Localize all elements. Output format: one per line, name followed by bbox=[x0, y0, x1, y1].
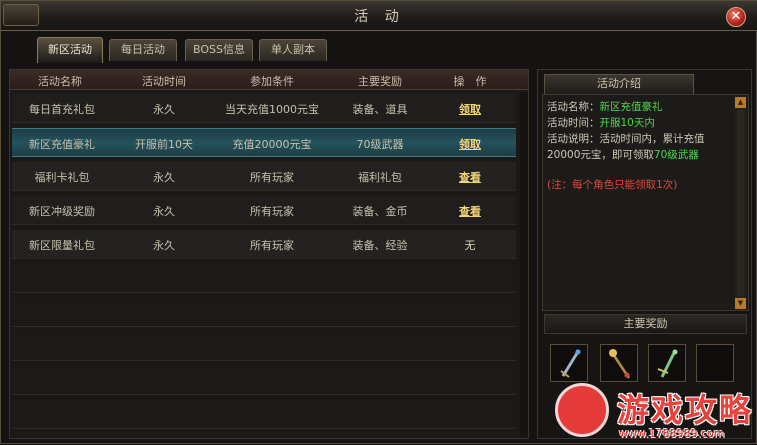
reward-slot-empty[interactable] bbox=[696, 344, 734, 382]
cell-activity-name: 新区冲级奖励 bbox=[29, 205, 95, 218]
cell-activity-time: 永久 bbox=[153, 239, 175, 252]
table-row[interactable]: 新区冲级奖励 永久 所有玩家 装备、金币 查看 bbox=[12, 196, 516, 225]
list-scroll-gutter bbox=[520, 92, 528, 437]
cell-condition: 所有玩家 bbox=[250, 205, 294, 218]
intro-text: 活动名称：新区充值豪礼 活动时间：开服10天内 活动说明：活动时间内，累计充值2… bbox=[547, 99, 735, 193]
cell-activity-name: 每日首充礼包 bbox=[29, 103, 95, 116]
header-activity-name: 活动名称 bbox=[38, 75, 82, 88]
intro-scrollbar[interactable]: ▲ ▼ bbox=[735, 97, 746, 309]
reward-slot[interactable] bbox=[550, 344, 588, 382]
activity-list-panel: 活动名称 活动时间 参加条件 主要奖励 操 作 每日首充礼包 永久 当天充值10… bbox=[9, 69, 529, 439]
tab-boss-info[interactable]: BOSS信息 bbox=[185, 39, 253, 61]
table-row[interactable]: 新区限量礼包 永久 所有玩家 装备、经验 无 bbox=[12, 230, 516, 259]
cell-condition: 充值20000元宝 bbox=[232, 138, 312, 151]
empty-row bbox=[12, 264, 516, 293]
header-action: 操 作 bbox=[453, 75, 487, 88]
empty-row bbox=[12, 366, 516, 395]
intro-header: 活动介绍 bbox=[544, 74, 694, 94]
table-header: 活动名称 活动时间 参加条件 主要奖励 操 作 bbox=[10, 70, 528, 90]
action-none: 无 bbox=[464, 239, 476, 252]
view-link[interactable]: 查看 bbox=[430, 203, 510, 219]
tab-new-server-activity[interactable]: 新区活动 bbox=[37, 37, 103, 63]
blade-icon bbox=[657, 349, 678, 378]
intro-note: (注：每个角色只能领取1次) bbox=[547, 179, 678, 191]
cell-condition: 所有玩家 bbox=[250, 239, 294, 252]
cell-activity-name: 新区充值豪礼 bbox=[29, 138, 95, 151]
watermark-url: www.1788989.com bbox=[619, 427, 725, 440]
reward-slot[interactable] bbox=[600, 344, 638, 382]
reward-header: 主要奖励 bbox=[544, 314, 747, 334]
intro-box: 活动名称：新区充值豪礼 活动时间：开服10天内 活动说明：活动时间内，累计充值2… bbox=[542, 94, 749, 311]
table-row-selected[interactable]: 新区充值豪礼 开服前10天 充值20000元宝 70级武器 领取 bbox=[12, 128, 516, 157]
intro-desc-line: 活动说明：活动时间内，累计充值20000元宝，即可领取70级武器 bbox=[547, 131, 735, 163]
intro-time-value: 开服10天内 bbox=[599, 117, 655, 129]
cell-reward: 福利礼包 bbox=[358, 171, 402, 184]
reward-slot[interactable] bbox=[648, 344, 686, 382]
header-reward: 主要奖励 bbox=[358, 75, 402, 88]
scroll-up-arrow-icon[interactable]: ▲ bbox=[735, 97, 746, 108]
cell-condition: 当天充值1000元宝 bbox=[225, 103, 319, 116]
close-button[interactable]: ✕ bbox=[726, 7, 746, 27]
cell-activity-name: 新区限量礼包 bbox=[29, 239, 95, 252]
intro-name-value: 新区充值豪礼 bbox=[599, 101, 663, 113]
scroll-track[interactable] bbox=[737, 110, 744, 296]
header-condition: 参加条件 bbox=[250, 75, 294, 88]
table-row[interactable]: 每日首充礼包 永久 当天充值1000元宝 装备、道具 领取 bbox=[12, 94, 516, 123]
cell-reward: 装备、金币 bbox=[352, 205, 408, 218]
empty-row bbox=[12, 298, 516, 327]
cell-activity-time: 永久 bbox=[153, 171, 175, 184]
intro-time-line: 活动时间：开服10天内 bbox=[547, 115, 735, 131]
gamepad-logo-icon bbox=[555, 383, 609, 437]
watermark-text: 游戏攻略 bbox=[617, 391, 754, 429]
cell-activity-name: 福利卡礼包 bbox=[34, 171, 90, 184]
title-bar[interactable]: 活 动 ✕ bbox=[1, 1, 757, 31]
cell-reward: 70级武器 bbox=[356, 138, 404, 151]
empty-row bbox=[12, 400, 516, 429]
tab-daily-activity[interactable]: 每日活动 bbox=[109, 39, 177, 61]
header-activity-time: 活动时间 bbox=[142, 75, 186, 88]
tab-solo-dungeon[interactable]: 单人副本 bbox=[259, 39, 327, 61]
cell-reward: 装备、道具 bbox=[352, 103, 408, 116]
window-title: 活 动 bbox=[354, 9, 405, 25]
watermark: 游戏攻略 www.1788989.com bbox=[555, 383, 755, 445]
scroll-down-arrow-icon[interactable]: ▼ bbox=[735, 298, 746, 309]
empty-row bbox=[12, 332, 516, 361]
claim-link[interactable]: 领取 bbox=[430, 136, 510, 152]
view-link[interactable]: 查看 bbox=[430, 169, 510, 185]
claim-link[interactable]: 领取 bbox=[430, 101, 510, 117]
cell-activity-time: 永久 bbox=[153, 205, 175, 218]
cell-reward: 装备、经验 bbox=[352, 239, 408, 252]
cell-activity-time: 开服前10天 bbox=[135, 138, 193, 151]
intro-time-label: 活动时间： bbox=[547, 117, 600, 129]
activity-window: 活 动 ✕ 新区活动 每日活动 BOSS信息 单人副本 活动名称 活动时间 参加… bbox=[0, 0, 757, 444]
cell-condition: 所有玩家 bbox=[250, 171, 294, 184]
intro-name-label: 活动名称： bbox=[547, 101, 600, 113]
cell-activity-time: 永久 bbox=[153, 103, 175, 116]
table-row[interactable]: 福利卡礼包 永久 所有玩家 福利礼包 查看 bbox=[12, 162, 516, 191]
staff-icon bbox=[609, 349, 631, 379]
intro-name-line: 活动名称：新区充值豪礼 bbox=[547, 99, 735, 115]
sword-icon bbox=[560, 349, 581, 378]
intro-desc-value: 70级武器 bbox=[653, 149, 699, 161]
